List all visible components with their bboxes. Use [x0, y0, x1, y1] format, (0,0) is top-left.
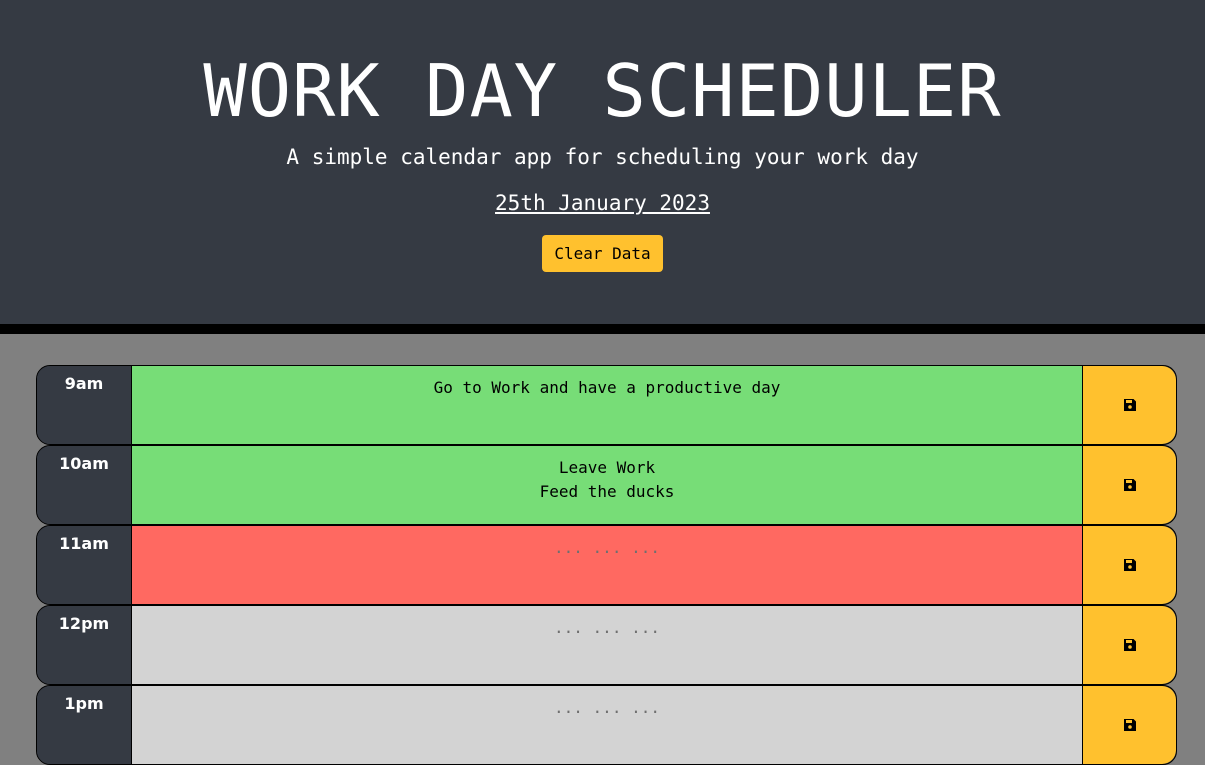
- save-icon: [1123, 399, 1136, 411]
- save-icon: [1123, 559, 1136, 571]
- description-input[interactable]: [132, 686, 1082, 764]
- app-subtitle: A simple calendar app for scheduling you…: [286, 145, 919, 169]
- hour-label: 9am: [37, 366, 132, 444]
- save-button[interactable]: [1082, 606, 1176, 684]
- hour-label: 1pm: [37, 686, 132, 764]
- save-icon: [1123, 719, 1136, 731]
- save-icon: [1123, 639, 1136, 651]
- hour-label: 10am: [37, 446, 132, 524]
- current-day: 25th January 2023: [495, 191, 710, 215]
- schedule-container: 9am 10am 11am 12pm 1pm: [0, 334, 1205, 765]
- save-button[interactable]: [1082, 526, 1176, 604]
- description-input[interactable]: [132, 606, 1082, 684]
- time-block-11am: 11am: [36, 525, 1177, 605]
- description-input[interactable]: [132, 446, 1082, 524]
- hour-label: 11am: [37, 526, 132, 604]
- save-button[interactable]: [1082, 686, 1176, 764]
- description-input[interactable]: [132, 526, 1082, 604]
- time-block-12pm: 12pm: [36, 605, 1177, 685]
- time-block-10am: 10am: [36, 445, 1177, 525]
- save-button[interactable]: [1082, 366, 1176, 444]
- description-input[interactable]: [132, 366, 1082, 444]
- clear-data-button[interactable]: Clear Data: [542, 235, 663, 272]
- header: WORK DAY SCHEDULER A simple calendar app…: [0, 0, 1205, 334]
- app-title: WORK DAY SCHEDULER: [203, 49, 1002, 133]
- save-button[interactable]: [1082, 446, 1176, 524]
- time-block-9am: 9am: [36, 365, 1177, 445]
- time-block-1pm: 1pm: [36, 685, 1177, 765]
- hour-label: 12pm: [37, 606, 132, 684]
- save-icon: [1123, 479, 1136, 491]
